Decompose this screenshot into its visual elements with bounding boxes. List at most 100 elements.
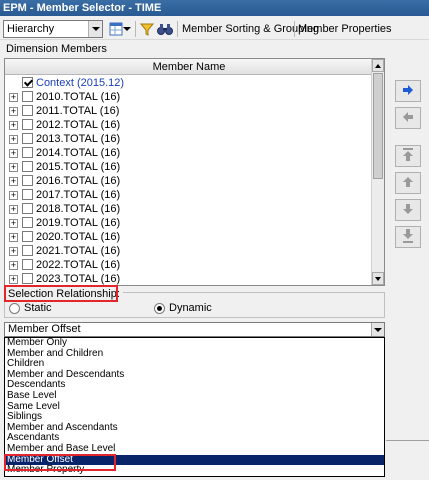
expand-icon[interactable]: +	[9, 219, 18, 228]
tree-row[interactable]: +2010.TOTAL (16)	[5, 90, 373, 104]
member-label: 2021.TOTAL (16)	[36, 245, 121, 257]
dynamic-radio[interactable]	[154, 303, 165, 314]
expand-icon[interactable]: +	[9, 205, 18, 214]
member-tree-rows: Context (2015.12) +2010.TOTAL (16) +2011.T…	[5, 76, 373, 285]
member-tree[interactable]: Member Name Context (2015.12) +2010.TOTAL…	[4, 58, 385, 286]
dropdown-option[interactable]: Member and Base Level	[5, 443, 384, 455]
toolbar: Hierarchy Member Sorting & Grouping Memb…	[0, 16, 429, 40]
move-top-button[interactable]	[395, 145, 421, 167]
member-checkbox[interactable]	[22, 245, 33, 256]
expand-icon[interactable]: +	[9, 233, 18, 242]
member-checkbox[interactable]	[22, 189, 33, 200]
binoculars-icon[interactable]	[156, 20, 174, 38]
expand-icon[interactable]: +	[9, 177, 18, 186]
dropdown-option[interactable]: Base Level	[5, 390, 384, 402]
move-down-icon	[403, 203, 413, 217]
member-checkbox[interactable]	[22, 259, 33, 270]
member-label: 2013.TOTAL (16)	[36, 133, 121, 145]
dropdown-option[interactable]: Member and Children	[5, 348, 384, 360]
member-label: 2012.TOTAL (16)	[36, 119, 121, 131]
expand-icon[interactable]: +	[9, 149, 18, 158]
member-label: 2017.TOTAL (16)	[36, 189, 121, 201]
member-label: 2011.TOTAL (16)	[36, 105, 120, 117]
dropdown-option[interactable]: Member Only	[5, 338, 384, 349]
view-combo[interactable]: Hierarchy	[3, 20, 103, 38]
tree-row[interactable]: +2011.TOTAL (16)	[5, 104, 373, 118]
member-checkbox[interactable]	[22, 133, 33, 144]
member-checkbox[interactable]	[22, 91, 33, 102]
tree-row[interactable]: +2016.TOTAL (16)	[5, 174, 373, 188]
member-checkbox[interactable]	[22, 203, 33, 214]
move-up-icon	[403, 176, 413, 190]
expand-icon[interactable]: +	[9, 191, 18, 200]
divider	[386, 440, 429, 441]
expand-icon[interactable]: +	[9, 121, 18, 130]
dropdown-option[interactable]: Member and Ascendants	[5, 422, 384, 434]
tree-row[interactable]: +2015.TOTAL (16)	[5, 160, 373, 174]
member-label: 2016.TOTAL (16)	[36, 175, 121, 187]
member-checkbox[interactable]	[22, 105, 33, 116]
tree-row[interactable]: Context (2015.12)	[5, 76, 373, 90]
move-bottom-button[interactable]	[395, 226, 421, 248]
move-down-button[interactable]	[395, 199, 421, 221]
scroll-down-icon[interactable]	[372, 272, 384, 285]
highlight-box	[4, 454, 116, 471]
scroll-up-icon[interactable]	[372, 59, 384, 72]
expand-icon[interactable]: +	[9, 275, 18, 284]
scroll-thumb[interactable]	[373, 73, 383, 179]
highlight-box	[4, 285, 118, 302]
remove-member-button[interactable]	[395, 107, 421, 129]
member-label: 2010.TOTAL (16)	[36, 91, 121, 103]
layout-dropdown-chevron-icon[interactable]	[122, 20, 132, 38]
expand-icon[interactable]: +	[9, 107, 18, 116]
member-label: 2022.TOTAL (16)	[36, 259, 121, 271]
arrow-left-icon	[402, 111, 414, 125]
static-label[interactable]: Static	[24, 301, 52, 315]
tree-row[interactable]: +2022.TOTAL (16)	[5, 258, 373, 272]
tree-row[interactable]: +2019.TOTAL (16)	[5, 216, 373, 230]
member-checkbox[interactable]	[22, 77, 33, 88]
tree-row[interactable]: +2014.TOTAL (16)	[5, 146, 373, 160]
window-title: EPM - Member Selector - TIME	[0, 0, 429, 16]
member-checkbox[interactable]	[22, 147, 33, 158]
add-member-button[interactable]	[395, 80, 421, 102]
member-label: Context (2015.12)	[36, 77, 125, 89]
member-label: 2020.TOTAL (16)	[36, 231, 121, 243]
member-checkbox[interactable]	[22, 231, 33, 242]
expand-icon[interactable]: +	[9, 93, 18, 102]
tree-row[interactable]: +2023.TOTAL (16)	[5, 272, 373, 285]
member-name-column-header[interactable]: Member Name	[5, 59, 373, 75]
move-bottom-icon	[403, 228, 413, 246]
filter-funnel-icon[interactable]	[138, 20, 156, 38]
member-label: 2019.TOTAL (16)	[36, 217, 121, 229]
tree-row[interactable]: +2013.TOTAL (16)	[5, 132, 373, 146]
move-top-icon	[403, 147, 413, 165]
tree-row[interactable]: +2017.TOTAL (16)	[5, 188, 373, 202]
member-properties-button[interactable]: Member Properties	[298, 21, 392, 37]
member-checkbox[interactable]	[22, 273, 33, 284]
tree-row[interactable]: +2012.TOTAL (16)	[5, 118, 373, 132]
expand-icon[interactable]: +	[9, 261, 18, 270]
tree-row[interactable]: +2021.TOTAL (16)	[5, 244, 373, 258]
member-label: 2014.TOTAL (16)	[36, 147, 121, 159]
expand-icon[interactable]: +	[9, 247, 18, 256]
member-checkbox[interactable]	[22, 161, 33, 172]
chevron-down-icon[interactable]	[371, 323, 384, 336]
member-label: 2015.TOTAL (16)	[36, 161, 121, 173]
member-checkbox[interactable]	[22, 175, 33, 186]
move-up-button[interactable]	[395, 172, 421, 194]
dropdown-option[interactable]: Descendants	[5, 380, 384, 391]
dropdown-option[interactable]: Same Level	[5, 401, 384, 413]
static-radio[interactable]	[9, 303, 20, 314]
expand-icon[interactable]: +	[9, 135, 18, 144]
member-checkbox[interactable]	[22, 217, 33, 228]
relationship-combo[interactable]: Member Offset	[4, 322, 385, 337]
tree-row[interactable]: +2020.TOTAL (16)	[5, 230, 373, 244]
dynamic-label[interactable]: Dynamic	[169, 301, 212, 315]
member-checkbox[interactable]	[22, 119, 33, 130]
tree-row[interactable]: +2018.TOTAL (16)	[5, 202, 373, 216]
chevron-down-icon[interactable]	[88, 21, 102, 37]
expand-icon[interactable]: +	[9, 163, 18, 172]
tree-scrollbar[interactable]	[371, 59, 384, 285]
dimension-members-label: Dimension Members	[6, 43, 107, 55]
